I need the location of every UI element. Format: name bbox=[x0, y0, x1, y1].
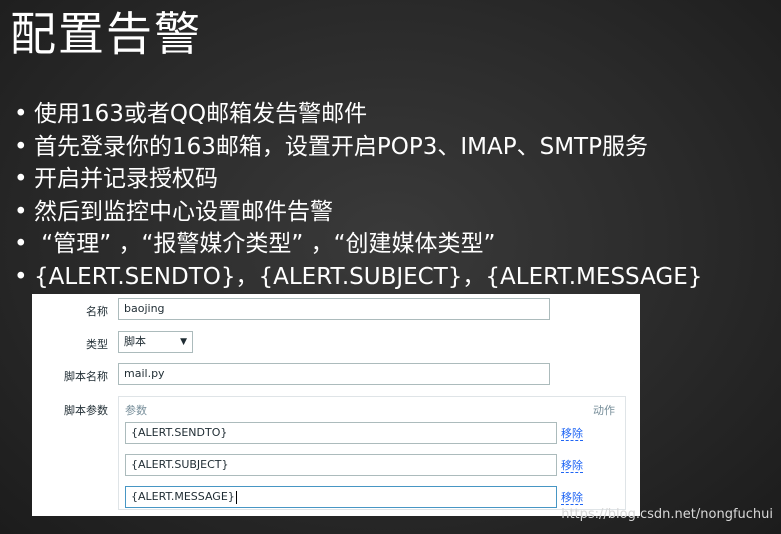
script-name-input[interactable]: mail.py bbox=[118, 363, 550, 385]
watermark-url: https://blog.csdn.net/nongfuchui bbox=[561, 507, 773, 522]
type-select-value: 脚本 bbox=[124, 335, 146, 348]
param-input-message-value: {ALERT.MESSAGE} bbox=[131, 490, 235, 503]
script-params-table: 参数 动作 {ALERT.SENDTO} 移除 {ALERT.SUBJECT} … bbox=[118, 396, 626, 510]
remove-param-link[interactable]: 移除 bbox=[561, 459, 583, 473]
dropdown-arrow-icon: ▼ bbox=[180, 337, 187, 347]
type-label: 类型 bbox=[86, 338, 108, 351]
name-label: 名称 bbox=[86, 305, 108, 318]
script-params-label: 脚本参数 bbox=[64, 404, 108, 417]
slide-title: 配置告警 bbox=[10, 7, 202, 61]
bullet-dot: • bbox=[14, 231, 28, 257]
bullet-text: 首先登录你的163邮箱，设置开启POP3、IMAP、SMTP服务 bbox=[34, 133, 648, 160]
bullet-text: 开启并记录授权码 bbox=[34, 166, 218, 192]
remove-param-link[interactable]: 移除 bbox=[561, 491, 583, 505]
bullet-text: {ALERT.SENDTO}，{ALERT.SUBJECT}，{ALERT.ME… bbox=[34, 263, 703, 290]
bullet-text: “管理” ，“报警媒介类型” ，“创建媒体类型” bbox=[34, 231, 496, 257]
bullet-item: • 使用163或者QQ邮箱发告警邮件 bbox=[14, 98, 702, 131]
bullet-text: 使用163或者QQ邮箱发告警邮件 bbox=[34, 101, 368, 127]
param-input-sendto[interactable]: {ALERT.SENDTO} bbox=[125, 422, 557, 444]
bullet-item: • “管理” ，“报警媒介类型” ，“创建媒体类型” bbox=[14, 228, 702, 261]
bullet-dot: • bbox=[14, 263, 28, 290]
params-column-header: 参数 bbox=[125, 404, 147, 417]
param-input-message[interactable]: {ALERT.MESSAGE} bbox=[125, 486, 557, 508]
bullet-item: • 开启并记录授权码 bbox=[14, 163, 702, 196]
text-cursor bbox=[235, 490, 237, 504]
bullet-item: • {ALERT.SENDTO}，{ALERT.SUBJECT}，{ALERT.M… bbox=[14, 261, 702, 294]
bullet-dot: • bbox=[14, 166, 28, 192]
type-select[interactable]: 脚本 ▼ bbox=[118, 331, 193, 353]
bullet-item: • 然后到监控中心设置邮件告警 bbox=[14, 196, 702, 229]
action-column-header: 动作 bbox=[593, 404, 615, 417]
name-input[interactable]: baojing bbox=[118, 298, 550, 320]
bullet-dot: • bbox=[14, 133, 28, 160]
bullet-text: 然后到监控中心设置邮件告警 bbox=[34, 198, 333, 225]
bullet-dot: • bbox=[14, 101, 28, 127]
script-name-label: 脚本名称 bbox=[64, 370, 108, 383]
param-input-subject[interactable]: {ALERT.SUBJECT} bbox=[125, 454, 557, 476]
bullet-dot: • bbox=[14, 198, 28, 225]
remove-param-link[interactable]: 移除 bbox=[561, 427, 583, 441]
bullet-item: • 首先登录你的163邮箱，设置开启POP3、IMAP、SMTP服务 bbox=[14, 131, 702, 164]
media-type-form: 名称 baojing 类型 脚本 ▼ 脚本名称 mail.py 脚本参数 参数 … bbox=[32, 294, 640, 516]
bullet-list: • 使用163或者QQ邮箱发告警邮件 • 首先登录你的163邮箱，设置开启POP3、… bbox=[14, 98, 702, 293]
